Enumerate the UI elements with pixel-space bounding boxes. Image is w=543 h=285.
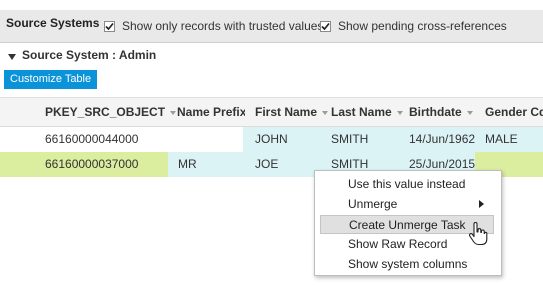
trusted-values-label: Show only records with trusted values [122, 19, 324, 33]
table-cell: SMITH [321, 127, 399, 152]
trusted-values-toggle[interactable]: Show only records with trusted values [104, 19, 323, 33]
table-cell: 66160000037000 [45, 157, 139, 171]
col-birthdate[interactable]: Birthdate [409, 98, 473, 126]
col-last-name[interactable]: Last Name [331, 98, 403, 126]
expand-caret-icon[interactable] [8, 53, 16, 60]
col-gender-cd[interactable]: Gender Cd [485, 98, 543, 126]
table-cell: MR [168, 152, 243, 177]
table-header: PKEY_SRC_OBJECT Name Prefix First Name L… [0, 97, 543, 127]
table-row[interactable]: 66160000044000 JOHN SMITH 14/Jun/1962 MA… [0, 127, 543, 153]
table-cell: MALE [475, 127, 543, 152]
pending-xref-label: Show pending cross-references [338, 19, 507, 33]
menu-item-unmerge[interactable]: Unmerge [320, 195, 494, 214]
check-icon [321, 22, 330, 30]
pending-xref-toggle[interactable]: Show pending cross-references [320, 19, 507, 33]
trusted-values-checkbox[interactable] [104, 20, 115, 32]
table-cell: 66160000044000 [45, 132, 139, 146]
sort-menu-icon[interactable] [466, 110, 473, 115]
table-cell: JOHN [243, 127, 321, 152]
sort-menu-icon[interactable] [322, 110, 329, 115]
col-name-prefix[interactable]: Name Prefix [177, 98, 245, 126]
pending-xref-checkbox[interactable] [320, 20, 331, 32]
section-label: Source System : Admin [22, 48, 157, 62]
submenu-arrow-icon [479, 200, 484, 208]
col-pkey-src-object[interactable]: PKEY_SRC_OBJECT [45, 98, 177, 126]
table-cell [168, 127, 243, 152]
menu-item-use-value[interactable]: Use this value instead [320, 175, 494, 194]
source-systems-header: Source Systems Show only records with tr… [0, 10, 543, 43]
sort-menu-icon[interactable] [396, 110, 403, 115]
source-system-section[interactable]: Source System : Admin [8, 48, 156, 62]
sort-menu-icon[interactable] [170, 110, 177, 115]
table-cell: 14/Jun/1962 [399, 127, 475, 152]
menu-item-show-system-columns[interactable]: Show system columns [320, 255, 494, 274]
header-title: Source Systems [6, 16, 100, 30]
check-icon [105, 22, 114, 30]
col-first-name[interactable]: First Name [255, 98, 329, 126]
table-cell: JOE [243, 152, 321, 177]
customize-table-button[interactable]: Customize Table [4, 70, 98, 89]
hand-cursor-icon [468, 222, 488, 246]
